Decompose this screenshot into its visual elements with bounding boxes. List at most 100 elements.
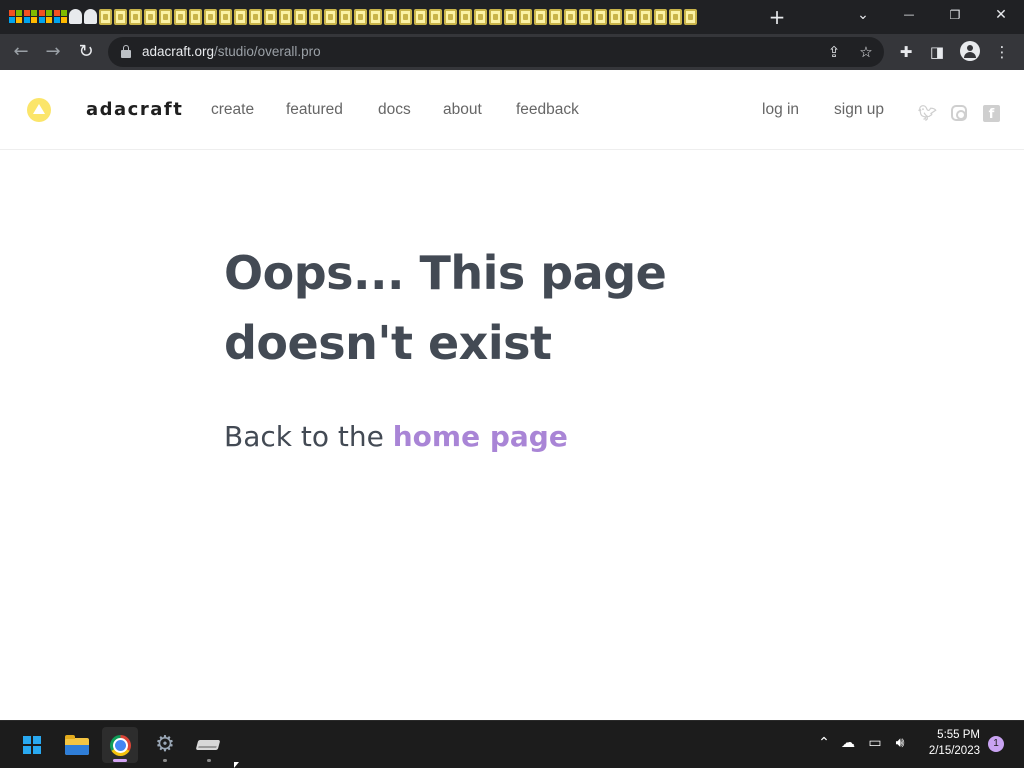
tab-search-button[interactable]: ⌄ [848, 4, 878, 26]
adacraft-tab-icon[interactable] [594, 8, 607, 25]
chrome-icon [110, 735, 131, 756]
adacraft-tab-icon[interactable] [234, 8, 247, 25]
brand-name[interactable]: adacraft [86, 99, 183, 120]
nav-feedback[interactable]: feedback [516, 101, 579, 119]
adacraft-tab-icon[interactable] [249, 8, 262, 25]
adacraft-tab-icon[interactable] [114, 8, 127, 25]
github-tab-icon[interactable] [84, 9, 97, 24]
adacraft-tab-icon[interactable] [279, 8, 292, 25]
adacraft-tab-icon[interactable] [99, 8, 112, 25]
adacraft-tab-icon[interactable] [579, 8, 592, 25]
system-clock[interactable]: 5:55 PM 2/15/2023 [918, 727, 980, 759]
notification-badge[interactable]: 1 [988, 736, 1004, 752]
bookmark-star-icon[interactable]: ☆ [856, 42, 876, 62]
adacraft-tab-icon[interactable] [129, 8, 142, 25]
url-host: adacraft.org [142, 44, 215, 59]
running-indicator [163, 759, 167, 762]
adacraft-tab-icon[interactable] [339, 8, 352, 25]
minimize-button[interactable]: — [894, 4, 924, 26]
microsoft-tab-icon[interactable] [39, 10, 52, 23]
network-icon[interactable]: ▭ [866, 734, 884, 752]
adacraft-tab-icon[interactable] [324, 8, 337, 25]
adacraft-tab-icon[interactable] [399, 8, 412, 25]
adacraft-tab-icon[interactable] [309, 8, 322, 25]
adacraft-tab-icon[interactable] [384, 8, 397, 25]
login-link[interactable]: log in [762, 101, 799, 119]
back-message: Back to the home page [224, 420, 568, 453]
nav-create[interactable]: create [211, 101, 254, 119]
address-bar[interactable]: adacraft.org/studio/overall.pro ⇪ ☆ [108, 37, 884, 67]
signup-link[interactable]: sign up [834, 101, 884, 119]
drive-taskbar-button[interactable] [191, 727, 227, 763]
adacraft-tab-icon[interactable] [459, 8, 472, 25]
share-icon[interactable]: ⇪ [824, 42, 844, 62]
restore-button[interactable]: ❐ [940, 4, 970, 26]
home-page-link[interactable]: home page [393, 420, 568, 453]
twitter-icon[interactable]: 🐦︎ [918, 104, 937, 122]
adacraft-tab-icon[interactable] [219, 8, 232, 25]
tab-favicon-row [9, 8, 697, 25]
adacraft-tab-icon[interactable] [369, 8, 382, 25]
menu-icon[interactable]: ⋮ [991, 41, 1013, 63]
adacraft-logo-icon[interactable] [27, 98, 51, 122]
adacraft-tab-icon[interactable] [519, 8, 532, 25]
instagram-icon[interactable] [951, 105, 967, 121]
adacraft-tab-icon[interactable] [204, 8, 217, 25]
adacraft-tab-icon[interactable] [639, 8, 652, 25]
facebook-icon[interactable]: f [983, 105, 1000, 122]
start-button[interactable] [14, 727, 50, 763]
forward-button[interactable]: → [42, 41, 64, 63]
file-explorer-button[interactable] [58, 727, 94, 763]
volume-icon[interactable]: 🔊︎ [891, 734, 909, 752]
adacraft-tab-icon[interactable] [294, 8, 307, 25]
drive-icon [195, 740, 221, 750]
clock-time: 5:55 PM [937, 729, 980, 741]
adacraft-tab-icon[interactable] [159, 8, 172, 25]
adacraft-tab-icon[interactable] [144, 8, 157, 25]
profile-icon[interactable] [960, 41, 980, 61]
adacraft-tab-icon[interactable] [684, 8, 697, 25]
side-panel-icon[interactable]: ◨ [926, 41, 948, 63]
github-tab-icon[interactable] [69, 9, 82, 24]
adacraft-tab-icon[interactable] [624, 8, 637, 25]
adacraft-tab-icon[interactable] [489, 8, 502, 25]
nav-featured[interactable]: featured [286, 101, 343, 119]
folder-icon [65, 735, 89, 755]
clock-date: 2/15/2023 [928, 745, 980, 757]
adacraft-tab-icon[interactable] [669, 8, 682, 25]
adacraft-tab-icon[interactable] [474, 8, 487, 25]
nav-about[interactable]: about [443, 101, 482, 119]
adacraft-tab-icon[interactable] [174, 8, 187, 25]
chrome-taskbar-button[interactable] [102, 727, 138, 763]
close-button[interactable]: ✕ [986, 4, 1016, 26]
reload-button[interactable]: ↻ [75, 41, 97, 63]
adacraft-tab-icon[interactable] [564, 8, 577, 25]
gear-icon: ⚙ [155, 732, 175, 757]
adacraft-tab-icon[interactable] [264, 8, 277, 25]
browser-tab-strip: + ⌄ — ❐ ✕ [0, 0, 1024, 34]
adacraft-tab-icon[interactable] [504, 8, 517, 25]
adacraft-tab-icon[interactable] [609, 8, 622, 25]
adacraft-tab-icon[interactable] [429, 8, 442, 25]
adacraft-tab-icon[interactable] [549, 8, 562, 25]
microsoft-tab-icon[interactable] [24, 10, 37, 23]
browser-toolbar: ← → ↻ adacraft.org/studio/overall.pro ⇪ … [0, 34, 1024, 70]
adacraft-tab-icon[interactable] [414, 8, 427, 25]
adacraft-tab-icon[interactable] [654, 8, 667, 25]
adacraft-tab-icon[interactable] [534, 8, 547, 25]
microsoft-tab-icon[interactable] [9, 10, 22, 23]
adacraft-tab-icon[interactable] [189, 8, 202, 25]
chevron-up-icon[interactable]: ⌃ [815, 734, 833, 752]
onedrive-offline-icon[interactable]: ☁ [839, 734, 857, 752]
active-indicator [113, 759, 127, 762]
site-header: adacraft create featured docs about feed… [0, 70, 1024, 150]
lock-icon [121, 45, 131, 58]
extensions-icon[interactable]: ✚ [895, 41, 917, 63]
adacraft-tab-icon[interactable] [444, 8, 457, 25]
microsoft-tab-icon[interactable] [54, 10, 67, 23]
back-button[interactable]: ← [10, 41, 32, 63]
new-tab-button[interactable]: + [766, 6, 788, 28]
adacraft-tab-icon[interactable] [354, 8, 367, 25]
settings-taskbar-button[interactable]: ⚙ [147, 727, 183, 763]
nav-docs[interactable]: docs [378, 101, 411, 119]
